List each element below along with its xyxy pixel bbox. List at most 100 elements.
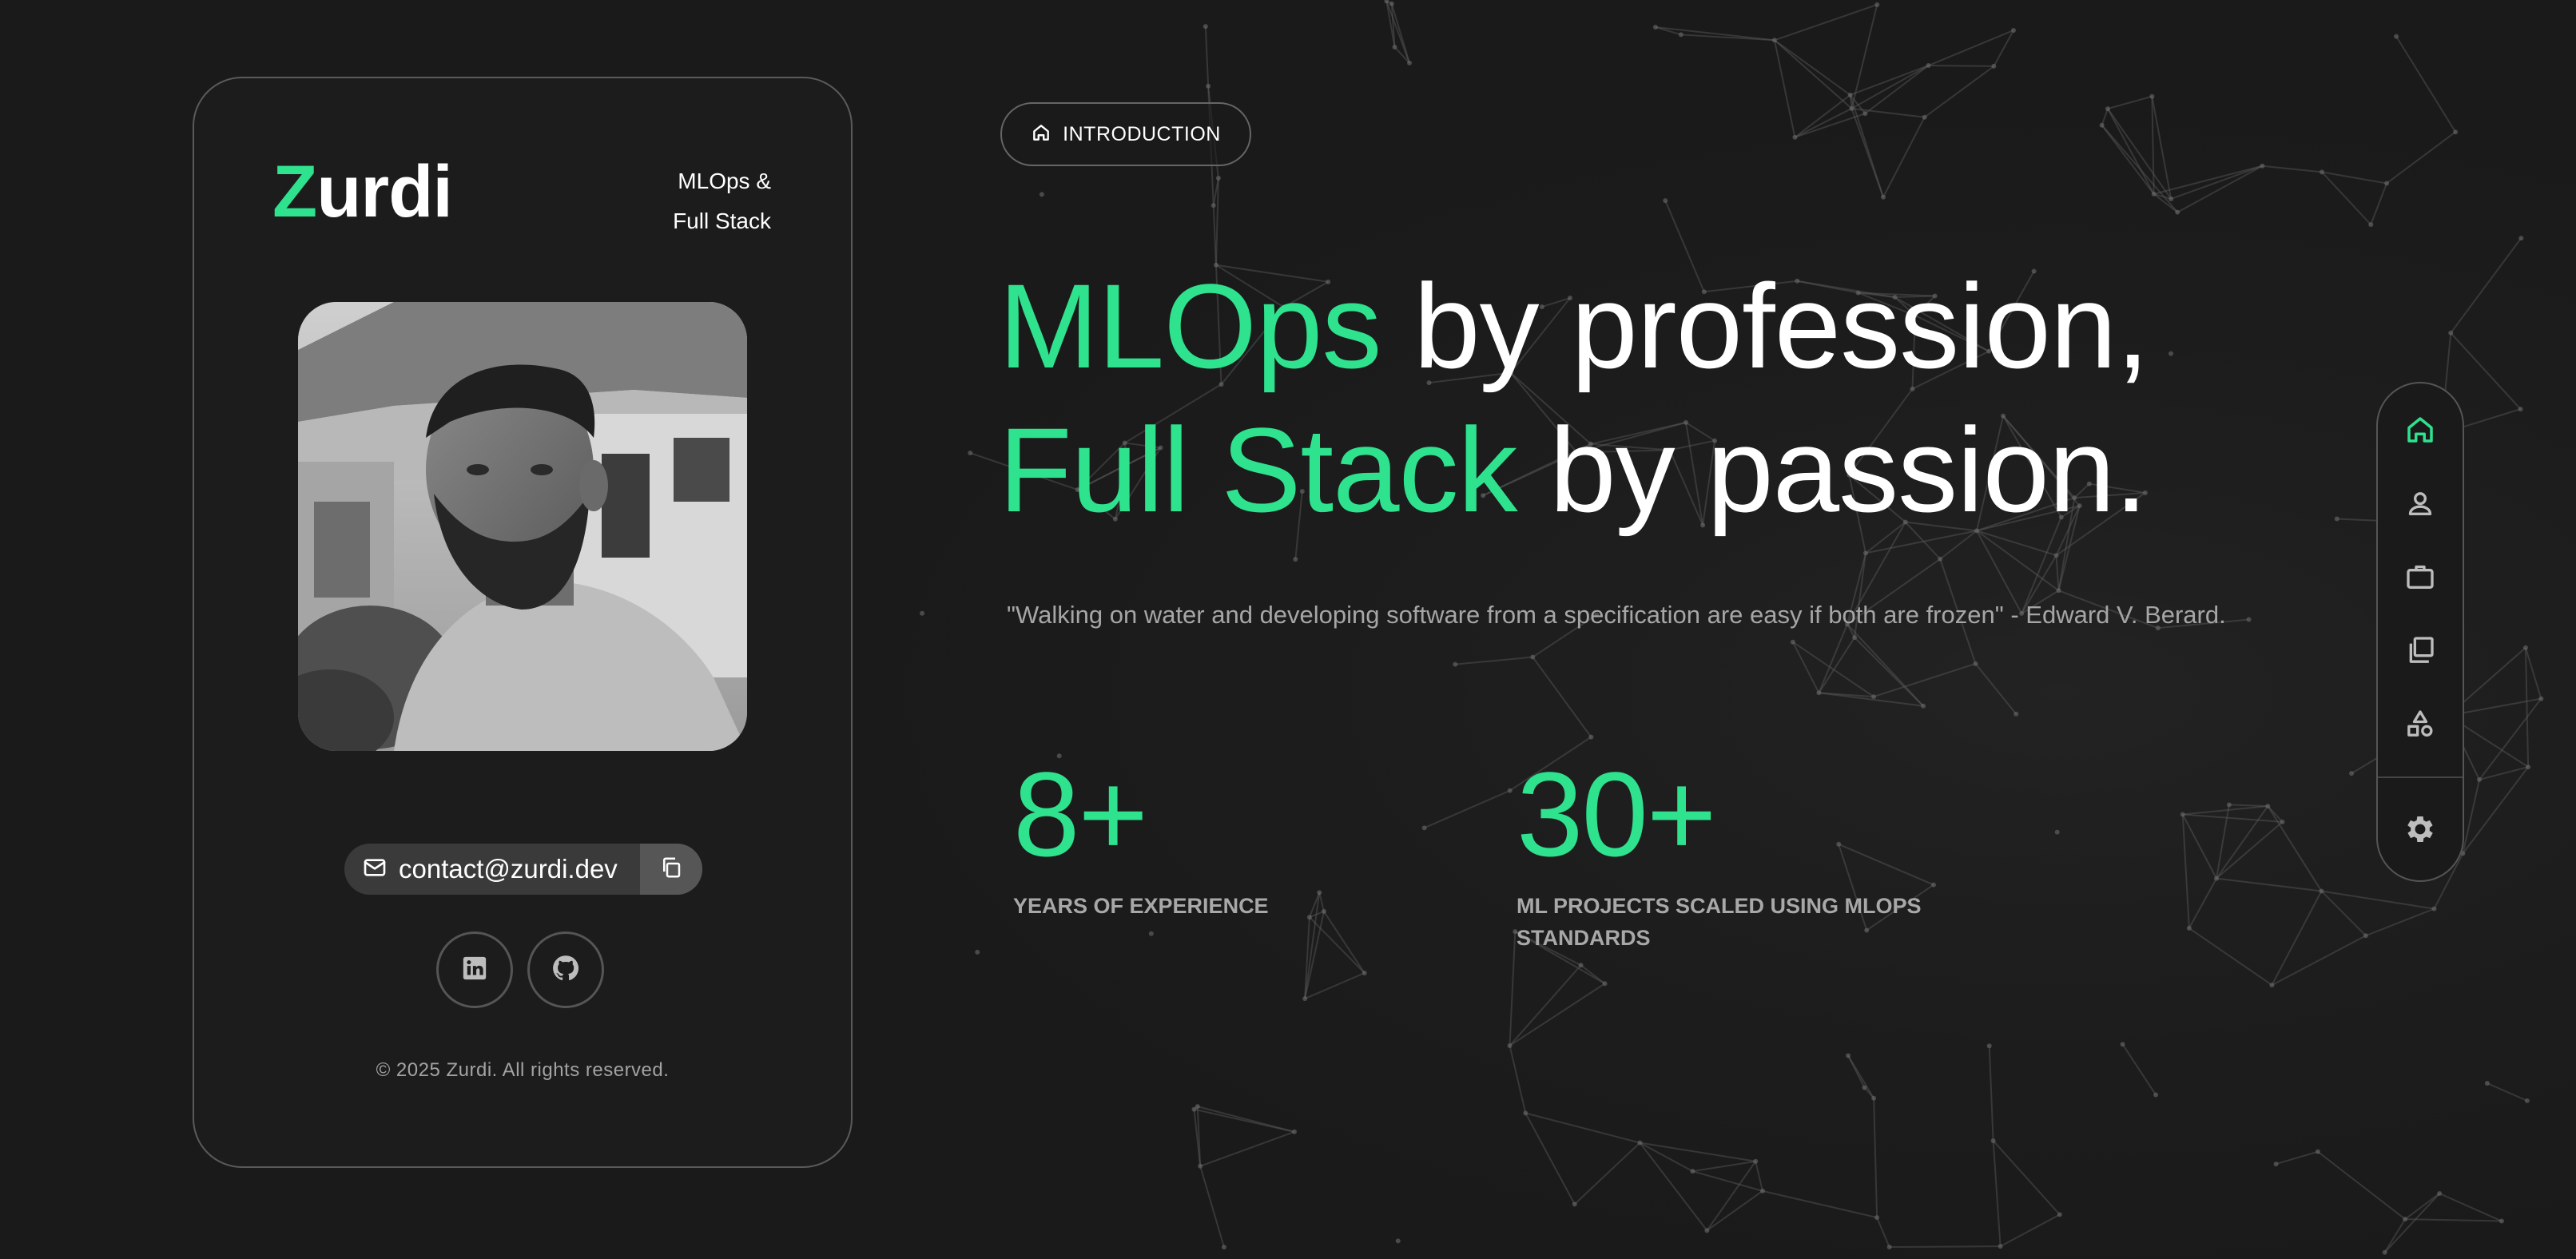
network-node (1816, 690, 1822, 696)
copy-icon (659, 856, 683, 884)
network-node (2175, 209, 2180, 215)
network-node (1852, 635, 1858, 641)
network-node (1602, 981, 1608, 987)
github-button[interactable] (527, 931, 604, 1008)
network-node (2105, 106, 2110, 112)
network-node (2169, 351, 2174, 356)
headline-accent-1: MLOps (999, 259, 1381, 393)
network-node (1210, 203, 1216, 209)
network-node (1862, 111, 1868, 117)
network-node (2260, 163, 2265, 169)
linkedin-button[interactable] (436, 931, 513, 1008)
nav-experience[interactable] (2396, 554, 2444, 602)
network-node (2518, 236, 2524, 241)
network-node (1578, 963, 1584, 968)
network-node (975, 949, 980, 955)
network-node (1148, 931, 1154, 936)
network-node (2151, 191, 2157, 197)
network-node (1392, 44, 1397, 50)
network-node (1846, 1053, 1851, 1058)
network-node (1663, 198, 1668, 204)
home-icon (2403, 413, 2437, 451)
social-links (436, 931, 604, 1008)
network-node (2477, 776, 2483, 782)
network-node (920, 610, 925, 616)
network-node (1530, 654, 1536, 660)
network-node (2315, 1149, 2320, 1154)
network-node (1926, 63, 1931, 69)
network-node (1792, 134, 1798, 140)
copyright-text: © 2025 Zurdi. All rights reserved. (376, 1059, 670, 1081)
network-node (1198, 1163, 1203, 1169)
stat-experience: 8+ YEARS OF EXPERIENCE (1013, 754, 1461, 922)
network-node (2180, 812, 2185, 817)
network-node (1771, 38, 1777, 43)
network-node (1652, 25, 1658, 30)
nav-home[interactable] (2396, 407, 2444, 455)
network-node (2394, 34, 2399, 39)
network-node (1880, 194, 1886, 200)
network-node (2319, 169, 2324, 175)
network-node (1206, 83, 1211, 89)
network-node (2363, 933, 2368, 939)
network-node (2265, 804, 2271, 809)
network-node (2368, 222, 2374, 228)
network-node (1453, 661, 1458, 667)
network-node (1362, 970, 1367, 975)
network-node (2453, 129, 2459, 135)
section-badge-introduction: INTRODUCTION (1000, 102, 1251, 166)
network-node (2448, 330, 2454, 336)
headline-accent-2: Full Stack (999, 403, 1518, 537)
network-node (1389, 1, 1394, 6)
network-node (968, 451, 973, 456)
nav-about[interactable] (2396, 481, 2444, 529)
network-node (2013, 711, 2019, 717)
copy-email-button[interactable] (640, 844, 702, 895)
network-node (2437, 1191, 2443, 1197)
nav-projects[interactable] (2396, 628, 2444, 676)
network-node (1973, 661, 1978, 666)
network-node (1921, 703, 1926, 709)
brand-name: urdi (316, 151, 453, 232)
stat-projects: 30+ ML PROJECTS SCALED USING MLOPS STAND… (1517, 754, 1964, 954)
mail-icon (362, 855, 388, 884)
home-icon (1031, 122, 1051, 147)
network-node (2382, 1249, 2387, 1255)
network-node (2149, 93, 2155, 99)
side-nav (2376, 382, 2464, 882)
shapes-icon (2404, 708, 2436, 744)
network-node (2053, 553, 2059, 558)
network-node (2153, 1092, 2159, 1098)
network-node (2273, 1162, 2279, 1167)
headline-rest-2: by passion. (1517, 403, 2148, 537)
headline-line-2: Full Stack by passion. (999, 398, 2149, 542)
email-link[interactable]: contact@zurdi.dev (344, 844, 640, 895)
network-node (1302, 996, 1308, 1002)
network-node (1678, 32, 1684, 38)
network-node (1215, 176, 1221, 181)
nav-skills[interactable] (2396, 701, 2444, 749)
network-node (1221, 1245, 1226, 1250)
network-node (1690, 1169, 1695, 1174)
profile-card: Zurdi MLOps & Full Stack contact@zurdi.d… (193, 77, 853, 1168)
network-node (1862, 550, 1868, 556)
network-node (2319, 888, 2324, 894)
network-link (1889, 1245, 2001, 1248)
user-icon (2404, 487, 2436, 523)
network-node (2120, 1042, 2125, 1047)
network-node (1191, 1106, 1197, 1112)
network-node (2056, 588, 2061, 594)
network-node (1790, 639, 1795, 645)
network-node (1291, 1129, 1297, 1134)
network-node (1862, 1085, 1867, 1090)
network-node (2524, 1098, 2530, 1103)
network-node (2169, 196, 2174, 201)
nav-settings[interactable] (2396, 807, 2444, 855)
network-node (2518, 407, 2523, 412)
network-node (1847, 92, 1853, 97)
brand-logo[interactable]: Zurdi (272, 155, 453, 228)
network-node (1871, 694, 1877, 700)
network-node (2384, 181, 2390, 186)
network-node (1986, 1043, 1992, 1049)
layers-icon (2404, 634, 2436, 670)
